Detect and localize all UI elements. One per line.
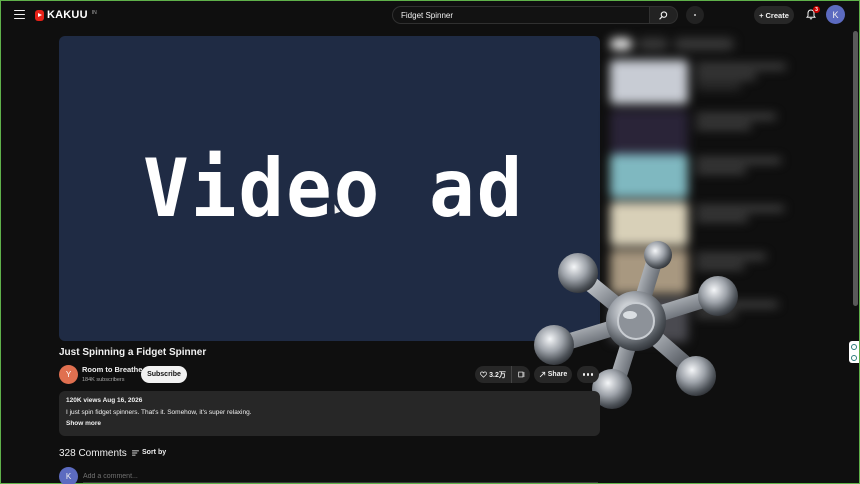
more-dots-icon	[582, 373, 586, 376]
create-button[interactable]: + Create	[754, 6, 794, 24]
subscribe-button[interactable]: Subscribe	[141, 366, 187, 383]
logo-region: IN	[91, 9, 97, 16]
share-arrow-icon	[539, 371, 545, 378]
side-extension-widget[interactable]	[849, 341, 859, 363]
top-bar: KAKUU IN + Create 3 K	[1, 1, 859, 29]
share-label: Share	[547, 371, 568, 378]
voice-search-button[interactable]	[686, 6, 704, 24]
plus-icon: +	[759, 10, 764, 20]
search-icon	[659, 10, 668, 20]
scrollbar-thumb[interactable]	[853, 31, 858, 306]
fidget-spinner-image[interactable]	[526, 241, 746, 411]
description-text: I just spin fidget spinners. That's it. …	[66, 409, 252, 416]
show-more-button[interactable]: Show more	[66, 420, 593, 427]
search-button[interactable]	[649, 6, 678, 24]
menu-icon[interactable]	[14, 10, 25, 19]
video-title: Just Spinning a Fidget Spinner	[59, 347, 207, 358]
sort-comments-button[interactable]: Sort by	[132, 449, 166, 456]
dislike-button[interactable]	[512, 366, 530, 383]
logo[interactable]: KAKUU IN	[35, 9, 97, 21]
like-dislike-group: 3.2万	[475, 366, 530, 383]
account-avatar[interactable]: K	[826, 5, 845, 24]
more-actions-button[interactable]	[577, 366, 599, 383]
commenter-avatar: K	[59, 467, 78, 484]
search-input[interactable]	[392, 6, 650, 24]
description-box[interactable]: 120K views Aug 16, 2026 I just spin fidg…	[59, 391, 600, 436]
video-player[interactable]: Video ad	[59, 36, 600, 341]
recommendation-item[interactable]	[610, 202, 798, 246]
heart-icon	[480, 371, 488, 378]
recommendation-item[interactable]	[610, 154, 798, 198]
sort-icon	[132, 449, 139, 456]
create-label: Create	[765, 10, 789, 20]
recommendation-item[interactable]	[610, 110, 798, 154]
extension-icon	[851, 354, 857, 361]
logo-play-icon	[35, 9, 44, 21]
view-count-and-date: 120K views Aug 16, 2026	[66, 397, 143, 404]
extension-icon	[851, 343, 857, 350]
like-button[interactable]: 3.2万	[475, 366, 512, 383]
dislike-icon	[517, 371, 524, 378]
subscriber-count: 184K subscribers	[82, 377, 125, 383]
notification-badge: 3	[813, 6, 820, 13]
like-count: 3.2万	[489, 371, 506, 379]
channel-name[interactable]: Room to Breathe	[82, 365, 142, 374]
recommendation-item[interactable]	[610, 60, 798, 104]
logo-text: KAKUU	[47, 9, 88, 21]
sort-label: Sort by	[142, 449, 167, 456]
comment-input[interactable]	[83, 471, 598, 483]
channel-avatar[interactable]: Y	[59, 365, 78, 384]
share-button[interactable]: Share	[534, 366, 572, 383]
comments-count: 328 Comments	[59, 448, 127, 459]
video-ad-overlay: Video ad	[142, 142, 525, 235]
dot-icon	[694, 14, 696, 16]
